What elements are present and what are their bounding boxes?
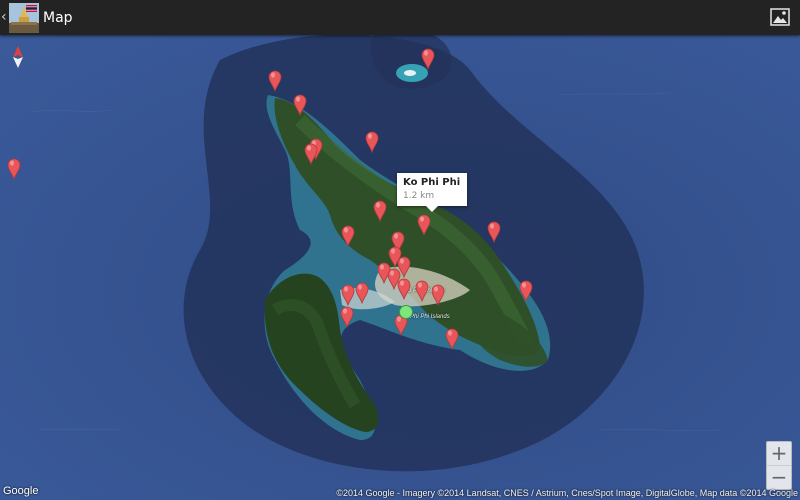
current-location-dot [399, 305, 413, 319]
map-pin-icon[interactable] [417, 214, 431, 237]
map-attribution: ©2014 Google - Imagery ©2014 Landsat, CN… [336, 488, 798, 498]
map-label-phi-phi-islands: Phi Phi Islands [410, 314, 450, 320]
back-chevron-icon[interactable]: ‹ [1, 0, 9, 35]
info-window[interactable]: Ko Phi Phi 1.2 km [397, 173, 468, 212]
zoom-in-button[interactable]: + [767, 442, 791, 465]
zoom-out-button[interactable]: − [767, 466, 791, 489]
map-pin-icon[interactable] [304, 143, 318, 166]
map-pin-icon[interactable] [421, 48, 435, 71]
map-pin-icon[interactable] [431, 284, 445, 307]
map-pin-icon[interactable] [373, 200, 387, 223]
map-pin-icon[interactable] [293, 94, 307, 117]
info-window-title: Ko Phi Phi [403, 177, 461, 188]
app-icon[interactable] [9, 2, 39, 33]
map-pin-icon[interactable] [355, 282, 369, 305]
map-pin-icon[interactable] [341, 284, 355, 307]
map-pin-icon[interactable] [397, 278, 411, 301]
google-logo: Google [3, 485, 39, 497]
map-pin-icon[interactable] [340, 306, 354, 329]
map-pin-icon[interactable] [519, 280, 533, 303]
map-pin-icon[interactable] [365, 131, 379, 154]
compass-icon[interactable] [12, 46, 24, 68]
map-pin-icon[interactable] [341, 225, 355, 248]
map-pin-icon[interactable] [7, 158, 21, 181]
action-bar: ‹ Map [0, 0, 800, 35]
zoom-controls: + − [766, 441, 792, 490]
map-pin-icon[interactable] [415, 280, 429, 303]
map-pin-icon[interactable] [487, 221, 501, 244]
info-window-distance: 1.2 km [403, 191, 435, 201]
app-title: Map [43, 9, 73, 26]
map-pin-icon[interactable] [445, 328, 459, 351]
map-pin-icon[interactable] [268, 70, 282, 93]
layers-icon[interactable] [770, 8, 790, 26]
